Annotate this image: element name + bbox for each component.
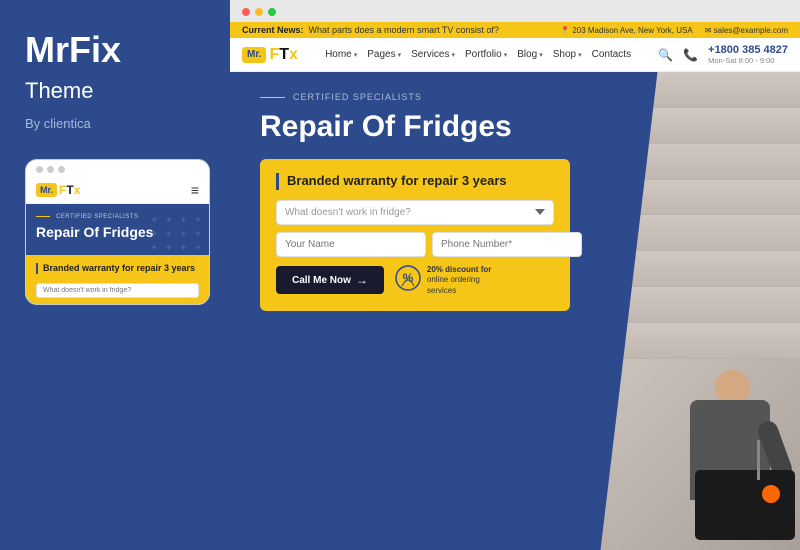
appliance-box	[695, 470, 795, 540]
hero-section: ++++++++++++ ++++++++++++ ++++++++++++ +…	[230, 72, 800, 550]
mobile-top-bar	[26, 160, 209, 177]
nav-logo-box: Mr.	[242, 47, 266, 63]
mobile-logo: Mr. FTx	[36, 183, 80, 197]
browser-chrome	[230, 0, 800, 22]
name-input[interactable]	[276, 232, 426, 257]
chevron-down-icon: ▾	[452, 51, 456, 59]
location-text: 📍 203 Madison Ave, New York, USA	[560, 26, 693, 35]
fridge-problem-select[interactable]: What doesn't work in fridge?	[276, 200, 554, 225]
nav-phone-number: +1800 385 4827	[708, 44, 788, 56]
email-text: ✉ sales@example.com	[705, 26, 788, 35]
form-input-row	[276, 232, 554, 257]
nav-link-services[interactable]: Services ▾	[411, 49, 455, 60]
nav-link-home[interactable]: Home ▾	[325, 49, 357, 60]
mobile-fridge-input[interactable]	[36, 283, 199, 298]
discount-icon: %	[394, 264, 422, 297]
brand-name: MrFix	[25, 30, 205, 70]
phone-icon: 📞	[683, 48, 698, 62]
nav-link-blog[interactable]: Blog ▾	[517, 49, 543, 60]
nav-link-contacts[interactable]: Contacts	[592, 49, 631, 60]
hero-content: CERTIFIED SPECIALISTS Repair Of Fridges …	[260, 92, 590, 311]
phone-input[interactable]	[432, 232, 582, 257]
info-bar-right: 📍 203 Madison Ave, New York, USA ✉ sales…	[560, 26, 788, 35]
browser-dot-minimize[interactable]	[255, 8, 263, 16]
chevron-down-icon: ▾	[578, 51, 582, 59]
appliance-button	[762, 485, 780, 503]
mobile-dot-2	[47, 166, 54, 173]
mobile-logo-box: Mr.	[36, 183, 57, 197]
discount-text: 20% discount for online ordering service…	[427, 265, 491, 296]
certified-label: CERTIFIED SPECIALISTS	[260, 92, 590, 102]
nav-link-portfolio[interactable]: Portfolio ▾	[465, 49, 507, 60]
nav-phone-block: +1800 385 4827 Mon-Sat 8:00 - 9:00	[708, 44, 788, 65]
hamburger-icon[interactable]: ≡	[191, 182, 199, 198]
chevron-down-icon: ▾	[398, 51, 402, 59]
brand-by: By clientica	[25, 116, 205, 131]
nav-logo: Mr. FTx	[242, 46, 298, 64]
form-card: Branded warranty for repair 3 years What…	[260, 159, 570, 311]
call-me-now-button[interactable]: Call Me Now →	[276, 266, 384, 294]
mobile-dot-3	[58, 166, 65, 173]
nav-logo-text: FTx	[269, 46, 297, 64]
form-bottom: Call Me Now → % 20% discount for	[276, 264, 554, 297]
main-nav: Mr. FTx Home ▾ Pages ▾ Services ▾ Portfo…	[230, 38, 800, 72]
news-text: What parts does a modern smart TV consis…	[309, 25, 499, 35]
mobile-logo-text: FTx	[59, 183, 80, 197]
cert-line	[260, 97, 285, 98]
chevron-down-icon: ▾	[539, 51, 543, 59]
info-bar: Current News: What parts does a modern s…	[230, 22, 800, 38]
nav-links: Home ▾ Pages ▾ Services ▾ Portfolio ▾ Bl…	[325, 49, 631, 60]
browser-dot-maximize[interactable]	[268, 8, 276, 16]
brand-subtitle: Theme	[25, 78, 205, 104]
browser-dot-close[interactable]	[242, 8, 250, 16]
chevron-down-icon: ▾	[504, 51, 508, 59]
current-news-label: Current News:	[242, 25, 304, 35]
right-panel: Current News: What parts does a modern s…	[230, 0, 800, 550]
form-card-title: Branded warranty for repair 3 years	[276, 173, 554, 190]
location-icon: 📍	[560, 26, 570, 35]
nav-right: 🔍 📞 +1800 385 4827 Mon-Sat 8:00 - 9:00	[658, 44, 788, 65]
mobile-mockup: Mr. FTx ≡ CERTIFIED SPECIALISTS Repair O…	[25, 159, 210, 305]
nav-link-shop[interactable]: Shop ▾	[553, 49, 582, 60]
nav-link-pages[interactable]: Pages ▾	[367, 49, 401, 60]
search-icon[interactable]: 🔍	[658, 48, 673, 62]
nav-hours: Mon-Sat 8:00 - 9:00	[708, 56, 788, 65]
arrow-right-icon: →	[356, 273, 368, 287]
left-panel: MrFix Theme By clientica Mr. FTx ≡ CERTI…	[0, 0, 230, 550]
info-bar-left: Current News: What parts does a modern s…	[242, 25, 499, 35]
mobile-dot-1	[36, 166, 43, 173]
mobile-hero: CERTIFIED SPECIALISTS Repair Of Fridges …	[26, 204, 209, 255]
discount-area: % 20% discount for online ordering servi…	[394, 264, 491, 297]
cable	[757, 440, 760, 480]
hero-title: Repair Of Fridges	[260, 110, 590, 143]
email-icon: ✉	[705, 26, 712, 35]
mobile-plus-pattern: + + + ++ + + ++ + + ++ + + +	[151, 214, 204, 270]
chevron-down-icon: ▾	[354, 51, 358, 59]
mobile-nav-bar: Mr. FTx ≡	[26, 177, 209, 204]
